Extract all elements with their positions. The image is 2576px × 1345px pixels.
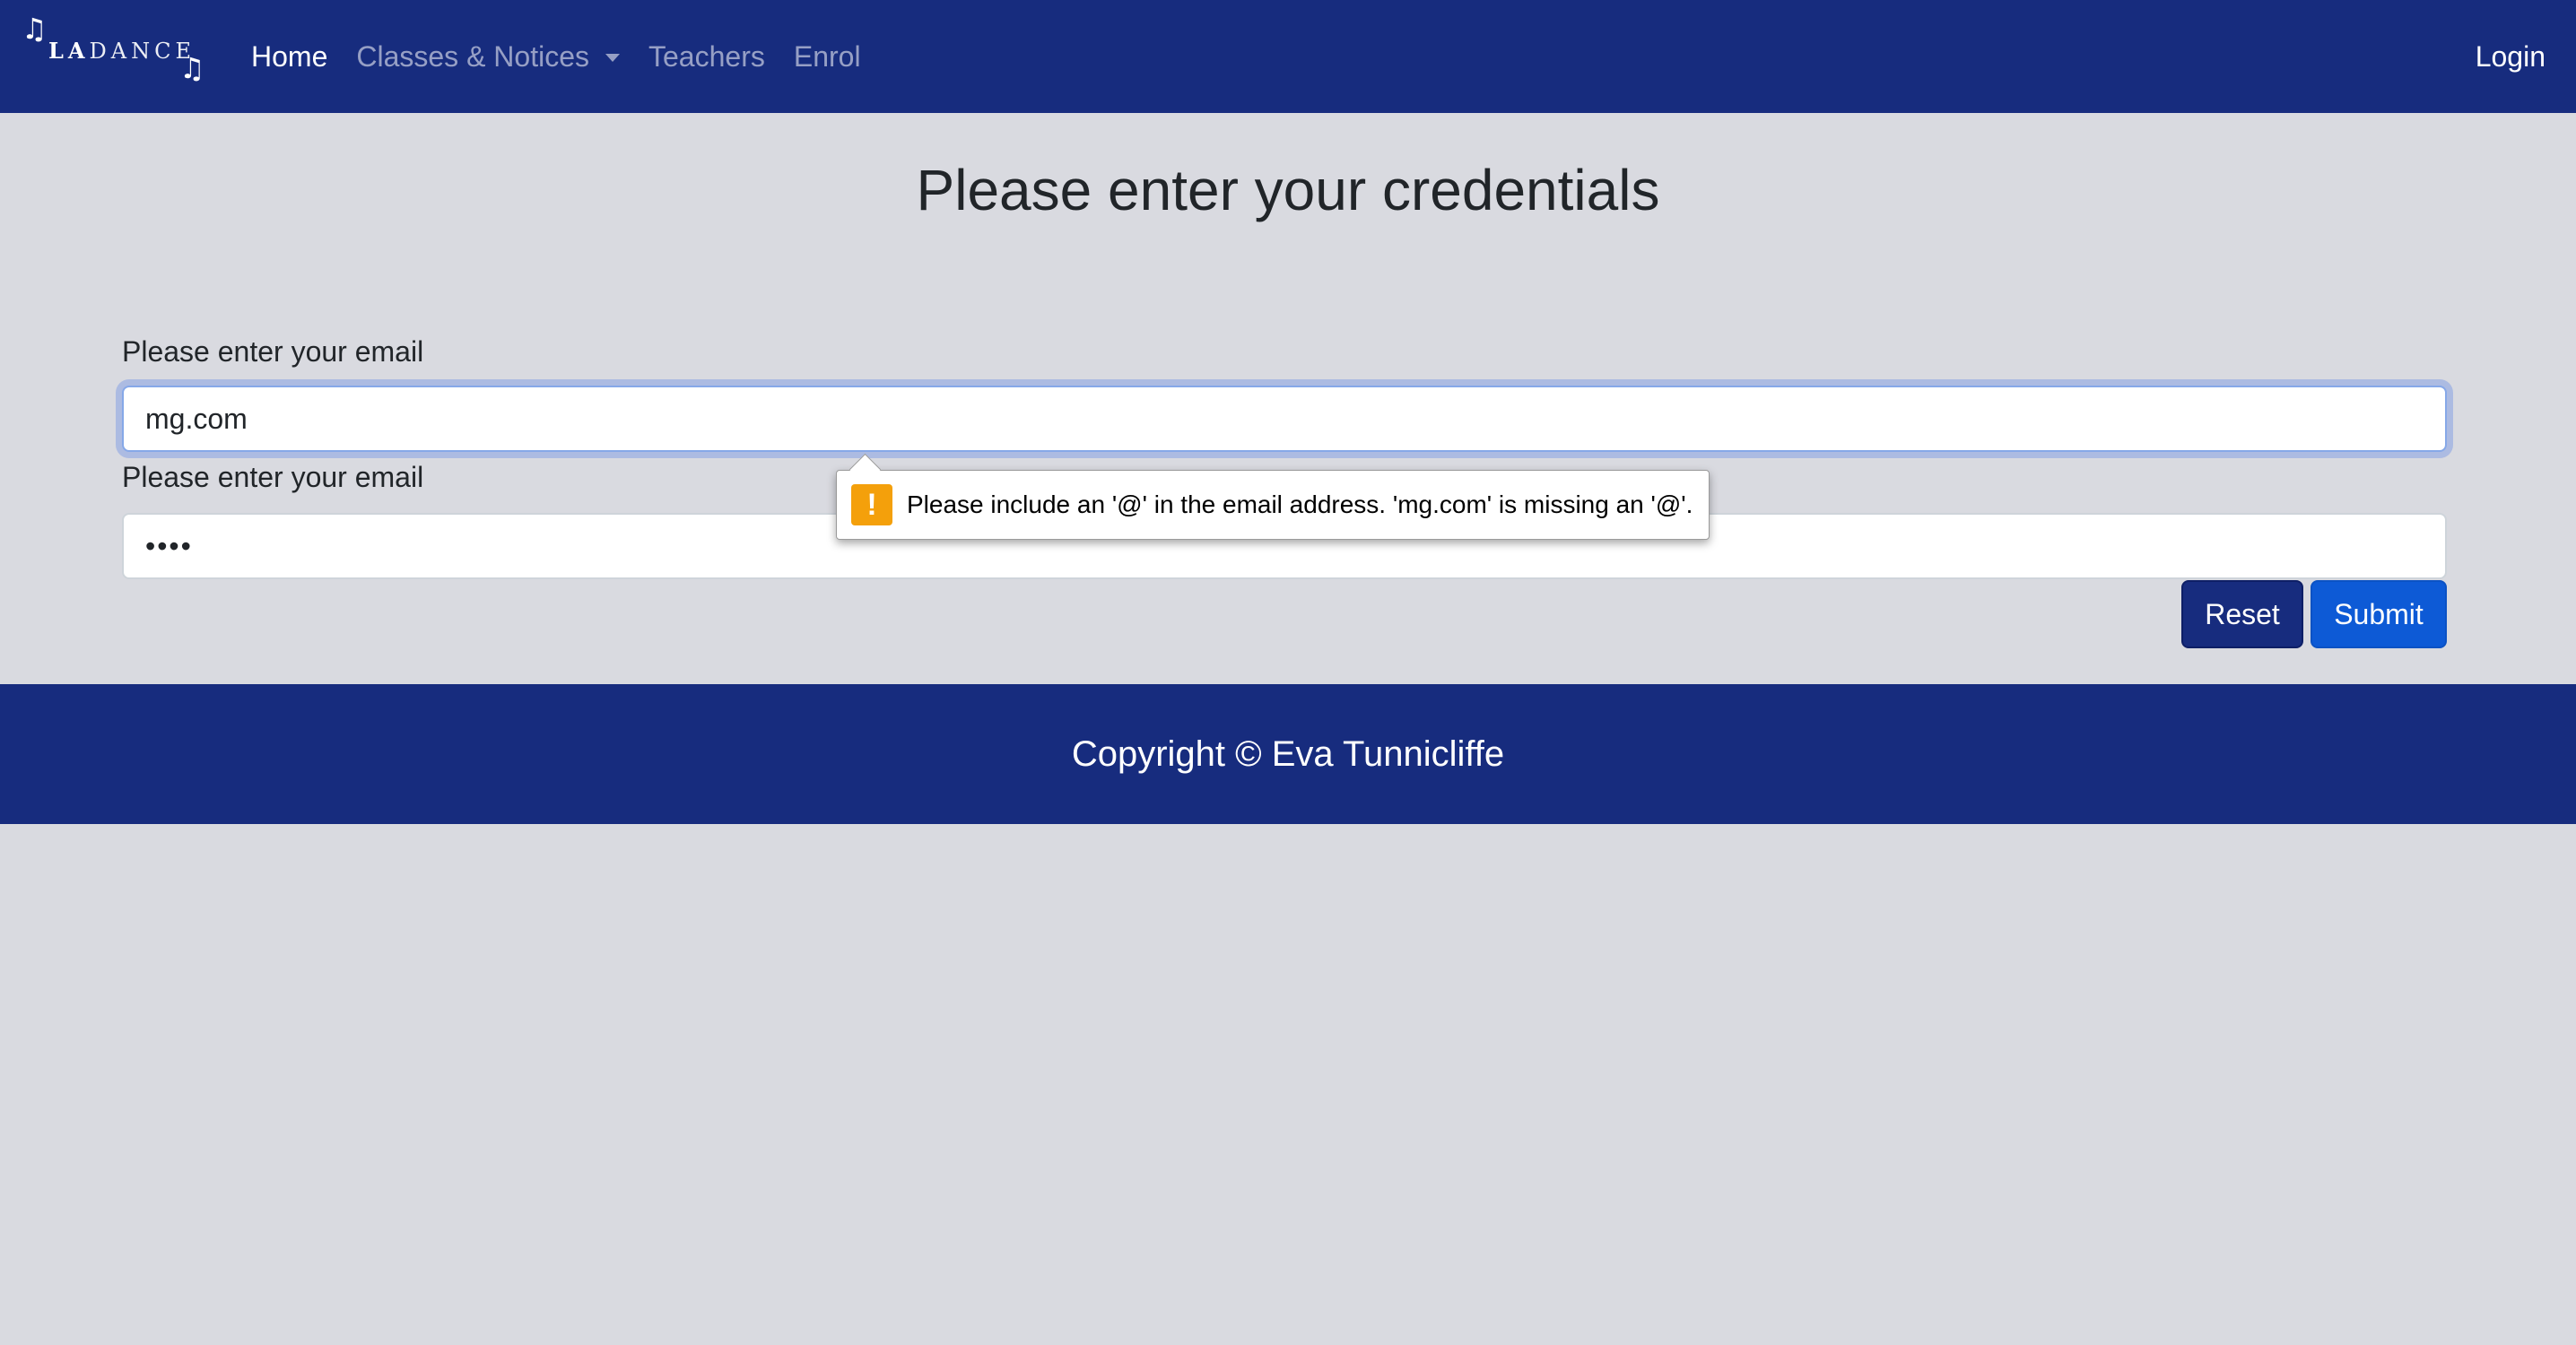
copyright-text: Copyright © Eva Tunnicliffe [1071,733,1505,774]
reset-button[interactable]: Reset [2181,580,2303,648]
brand-logo[interactable]: ♫ LADANCE ♫ [22,14,210,90]
password-label: Please enter your email [122,461,424,493]
validation-message: Please include an '@' in the email addre… [907,490,1693,518]
submit-button[interactable]: Submit [2311,580,2447,648]
nav-link-teachers[interactable]: Teachers [648,40,765,74]
warning-icon: ! [851,484,892,525]
nav-links: Home Classes & Notices Teachers Enrol [251,0,890,113]
logo-text: LADANCE [48,38,196,64]
nav-link-teachers-label: Teachers [648,39,765,73]
logo-text-strong: LA [48,38,90,64]
nav-link-classes-notices-label: Classes & Notices [356,39,589,73]
page-title: Please enter your credentials [916,158,1660,222]
email-input[interactable] [122,386,2447,452]
login-link[interactable]: Login [2476,0,2546,113]
nav-link-classes-notices-dropdown[interactable]: Classes & Notices [356,40,620,74]
nav-link-home[interactable]: Home [251,40,327,74]
email-label: Please enter your email [122,335,424,368]
music-note-icon: ♫ [22,12,48,46]
nav-link-home-label: Home [251,39,328,73]
tooltip-arrow [849,453,882,486]
footer: Copyright © Eva Tunnicliffe [0,684,2576,824]
navbar: ♫ LADANCE ♫ Home Classes & Notices Teach… [0,0,2576,113]
music-note-icon: ♫ [179,51,205,85]
caret-down-icon [605,53,620,62]
validation-tooltip: ! Please include an '@' in the email add… [836,453,1710,540]
nav-link-enrol-label: Enrol [793,39,861,73]
nav-link-enrol[interactable]: Enrol [794,40,861,74]
